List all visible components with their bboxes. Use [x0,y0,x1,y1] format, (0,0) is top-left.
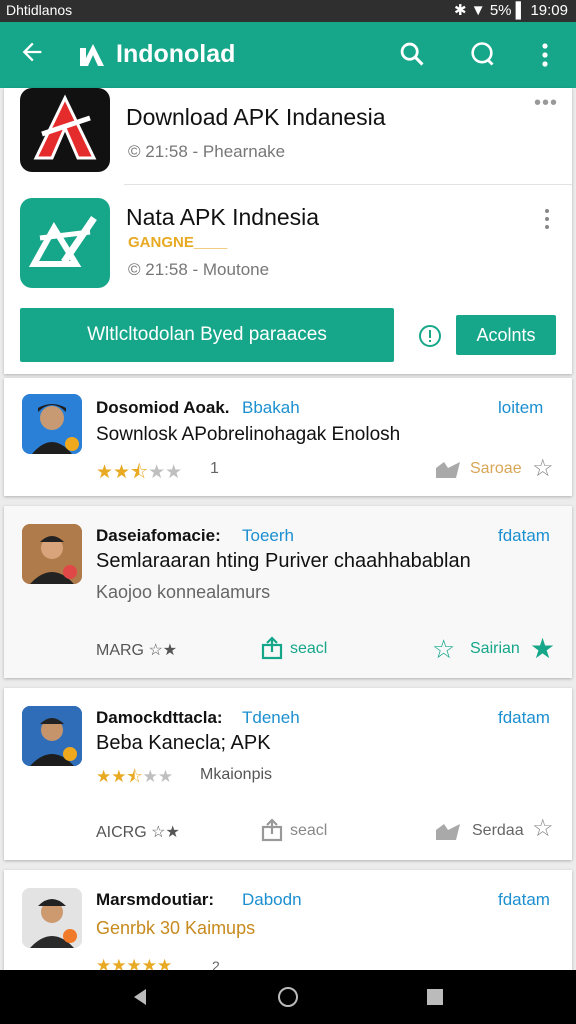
post-author[interactable]: Daseiafomacie: [96,526,221,546]
divider [124,184,572,185]
wifi-icon: ▼ [470,2,486,19]
share-icon[interactable] [260,636,284,665]
post-author[interactable]: Marsmdoutiar: [96,890,214,910]
share-button-label[interactable]: seacl [290,640,327,658]
app-list-item[interactable]: Nata APK Indnesia GANGNE____ © 21:58 - M… [4,188,572,298]
star-outline-icon: ☆★ [148,642,178,659]
app-meta: © 21:58 - Moutone [128,260,270,279]
system-navigation-bar [0,970,576,1024]
nav-home-icon[interactable] [276,985,300,1014]
rating-label: Mkaionpis [200,766,273,783]
app-icon-download-apk [20,88,110,172]
avatar [22,524,82,584]
accounts-button[interactable]: Acolnts [456,315,556,355]
post-action-link[interactable]: fdatam [498,890,550,910]
post-body: Semlaraaran hting Puriver chaahhabablan [96,550,471,572]
more-vertical-icon[interactable] [538,42,552,73]
star-rating: ★★⯪★★ [96,767,174,786]
rating-count: 2 [212,958,220,970]
status-right-text: ✱ ▼ 5% ▌ 19:09 [454,2,568,19]
post-card[interactable]: Daseiafomacie: Toeerh fdatam Semlaraaran… [4,506,572,678]
post-body: Sownlosk APobrelinohagak Enolosh [96,424,401,445]
status-bar: Dhtidlanos ✱ ▼ 5% ▌ 19:09 [0,0,576,22]
post-category[interactable]: Toeerh [242,526,294,546]
info-icon[interactable] [418,324,442,353]
app-title: Indonolad [116,40,236,68]
post-category[interactable]: Bbakah [242,398,300,418]
avatar [22,394,82,454]
favorite-star-icon[interactable]: ☆ [432,634,455,665]
back-arrow-icon[interactable] [18,38,48,68]
chat-icon[interactable] [468,40,496,73]
status-left-text: Dhtidlanos [6,2,73,18]
app-tag: GANGNE____ [128,234,228,251]
footer-left-label: AICRG ☆★ [96,824,180,841]
post-card[interactable]: Dosomiod Aoak. Bbakah loitem Sownlosk AP… [4,378,572,496]
avatar [22,888,82,948]
nav-recents-icon[interactable] [426,988,444,1011]
favorite-star-icon[interactable]: ☆ [532,454,554,483]
post-category[interactable]: Dabodn [242,890,302,910]
share-icon[interactable] [260,818,284,847]
favorite-star-icon[interactable]: ☆ [532,814,554,843]
share-label[interactable]: Sairian [470,640,520,658]
nav-back-icon[interactable] [130,987,150,1012]
app-bar: Indonolad [0,22,576,88]
primary-action-button[interactable]: Wltlcltodolan Byed paraaces [20,308,394,362]
share-label[interactable]: Saroae [470,460,522,478]
more-vertical-icon[interactable] [542,208,552,235]
bluetooth-icon: ✱ [454,2,467,19]
star-outline-icon: ☆★ [151,824,180,841]
trend-icon[interactable] [434,820,462,847]
trend-icon[interactable] [434,458,462,485]
app-title: Nata APK Indnesia [126,204,320,230]
share-label[interactable]: Serdaa [472,822,524,840]
avatar [22,706,82,766]
post-body: Beba Kanecla; APK [96,732,271,754]
more-horizontal-icon[interactable]: ••• [534,92,558,115]
app-logo-icon [78,40,108,75]
post-author[interactable]: Dosomiod Aoak. [96,398,230,418]
star-filled-icon[interactable]: ★ [530,632,555,665]
post-action-link[interactable]: fdatam [498,708,550,728]
featured-apps-card: Download APK Indanesia © 21:58 - Phearna… [4,88,572,374]
post-author[interactable]: Damockdttacla: [96,708,223,728]
app-list-item[interactable]: Download APK Indanesia © 21:58 - Phearna… [4,88,572,184]
footer-left-label: MARG ☆★ [96,642,178,659]
post-card[interactable]: Marsmdoutiar: Dabodn fdatam Genrbk 30 Ka… [4,870,572,970]
share-button-label[interactable]: seacl [290,822,327,840]
post-extra-text: Kaojoo konnealamurs [96,582,271,602]
star-rating: ★★⯪★★ [96,462,183,483]
app-title: Download APK Indanesia [126,104,386,130]
app-icon-nata-apk [20,198,110,288]
rating-count: 1 [210,460,219,477]
star-rating: ★★★★★ [96,956,173,970]
search-icon[interactable] [398,40,426,73]
post-body: Genrbk 30 Kaimups [96,918,256,938]
post-category[interactable]: Tdeneh [242,708,300,728]
app-meta: © 21:58 - Phearnake [128,142,286,161]
post-action-link[interactable]: loitem [498,398,543,418]
post-card[interactable]: Damockdttacla: Tdeneh fdatam Beba Kanecl… [4,688,572,860]
post-action-link[interactable]: fdatam [498,526,550,546]
